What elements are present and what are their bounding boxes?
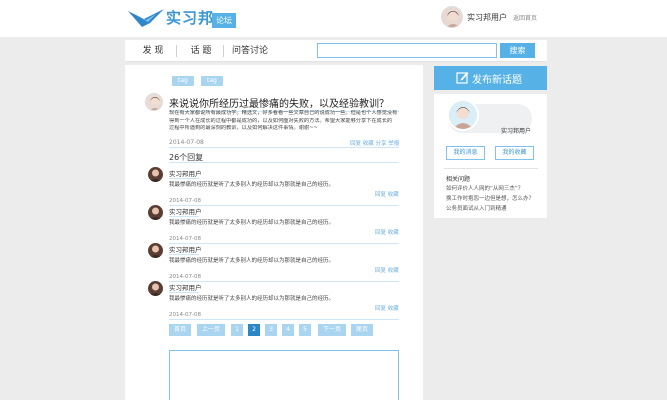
page-number[interactable]: 4 [282,324,294,336]
logo-forum-badge: 论坛 [212,13,236,28]
reply-item: 实习邦用户 我最惨痛的经历就是听了太多别人的经历却以为那就是自己的经历。 回复 … [145,167,405,206]
related-question-link[interactable]: 换工作时抱怨一边但是想，怎么办？ [446,194,534,202]
nav-topics[interactable]: 话 题 [181,40,221,62]
divider [169,254,199,255]
reply-date: 2014-07-08 [169,236,201,242]
header-avatar[interactable] [441,6,463,28]
site-logo[interactable]: 实习邦 论坛 [128,5,248,31]
main-nav: 发 现 话 题 问答讨论 搜索 [125,40,547,62]
divider [169,292,199,293]
page-number[interactable]: 1 [231,324,243,336]
reply-item: 实习邦用户 我最惨痛的经历就是听了太多别人的经历却以为那就是自己的经历。 回复 … [145,243,405,282]
post-new-topic-button[interactable]: 发布新话题 [434,66,547,90]
divider [169,147,399,148]
page-number[interactable]: 5 [299,324,311,336]
post-button-label: 发布新话题 [472,75,522,86]
reply-avatar[interactable] [148,281,163,296]
bird-logo-icon [128,9,164,27]
top-header: 实习邦 论坛 实习邦用户 返回首页 [0,0,667,37]
divider [444,168,538,169]
divider [169,319,399,320]
question-actions[interactable]: 回复 收藏 分享 举报 [350,139,399,147]
reply-actions[interactable]: 回复 收藏 [375,228,399,236]
header-username[interactable]: 实习邦用户 [467,12,507,23]
side-panel: 实习邦用户 我的消息 我的收藏 相关问题 如何评价人人网的“从网三杰”？ 换工作… [434,94,547,218]
side-username[interactable]: 实习邦用户 [501,126,531,135]
reply-item: 实习邦用户 我最惨痛的经历就是听了太多别人的经历却以为那就是自己的经历。 回复 … [145,281,405,320]
question-date: 2014-07-08 [169,139,204,146]
page-next-button[interactable]: 下一页 [318,324,346,336]
reply-avatar[interactable] [148,243,163,258]
question-body-line: 现在有大家都说所有最成功学。精选文，好多看看一些文章自己的说成功一些。但是也个人… [169,110,398,116]
nav-qa[interactable]: 问答讨论 [225,40,275,62]
divider [169,178,199,179]
related-questions-title: 相关问题 [446,176,471,183]
logo-text: 实习邦 [166,9,215,27]
reply-username[interactable]: 实习邦用户 [169,282,202,292]
reply-item: 实习邦用户 我最惨痛的经历就是听了太多别人的经历却以为那就是自己的经历。 回复 … [145,205,405,244]
related-question-link[interactable]: 公务员面试从入门到精通 [446,204,507,212]
my-favorites-button[interactable]: 我的收藏 [495,146,534,160]
reply-username[interactable]: 实习邦用户 [169,168,202,178]
reply-date: 2014-07-08 [169,198,201,204]
reply-actions[interactable]: 回复 收藏 [375,190,399,198]
reply-text: 我最惨痛的经历就是听了太多别人的经历却以为那就是自己的经历。 [169,258,335,264]
reply-text: 我最惨痛的经历就是听了太多别人的经历却以为那就是自己的经历。 [169,182,335,188]
related-question-link[interactable]: 如何评价人人网的“从网三杰”？ [446,184,523,192]
search-button[interactable]: 搜索 [500,43,535,58]
question-body-line: 得到一个人在成长的过程中都是成功的，以及如何面对失败的方法。希望大家能够分享下在… [169,117,393,124]
topic-tag[interactable]: tag [201,76,223,86]
nav-divider [176,45,177,57]
reply-date: 2014-07-08 [169,274,201,280]
side-avatar[interactable] [447,99,479,131]
page-number[interactable]: 3 [265,324,277,336]
author-avatar[interactable] [145,93,163,111]
topic-card: tag tag 来说说你所经历过最惨痛的失败，以及经验教训？ 现在有大家都说所有… [125,65,423,400]
question-body: 现在有大家都说所有最成功学。精选文，好多看看一些文章自己的说成功一些。但是也个人… [169,110,403,133]
reply-text: 我最惨痛的经历就是听了太多别人的经历却以为那就是自己的经历。 [169,220,335,226]
page-last-button[interactable]: 尾页 [351,324,373,336]
divider [169,216,199,217]
divider [169,162,399,163]
reply-avatar[interactable] [148,205,163,220]
page-number-current[interactable]: 2 [248,324,260,336]
topic-tag[interactable]: tag [172,76,194,86]
nav-discover[interactable]: 发 现 [133,40,173,62]
reply-text: 我最惨痛的经历就是听了太多别人的经历却以为那就是自己的经历。 [169,296,335,302]
edit-icon [456,72,469,84]
home-link[interactable]: 返回首页 [513,13,537,22]
reply-date: 2014-07-08 [169,312,201,318]
reply-actions[interactable]: 回复 收藏 [375,266,399,274]
reply-username[interactable]: 实习邦用户 [169,244,202,254]
page-prev-button[interactable]: 上一页 [197,324,225,336]
reply-editor[interactable] [169,350,399,400]
reply-username[interactable]: 实习邦用户 [169,206,202,216]
nav-divider [223,45,224,57]
question-body-line: 过程中所遇到的最深刻的教训，以及如何解决这件事情。谢谢~~ [169,125,318,132]
page-first-button[interactable]: 首页 [169,324,191,336]
search-input[interactable] [317,43,497,58]
reply-actions[interactable]: 回复 收藏 [375,304,399,312]
reply-avatar[interactable] [148,167,163,182]
my-messages-button[interactable]: 我的消息 [446,146,485,160]
